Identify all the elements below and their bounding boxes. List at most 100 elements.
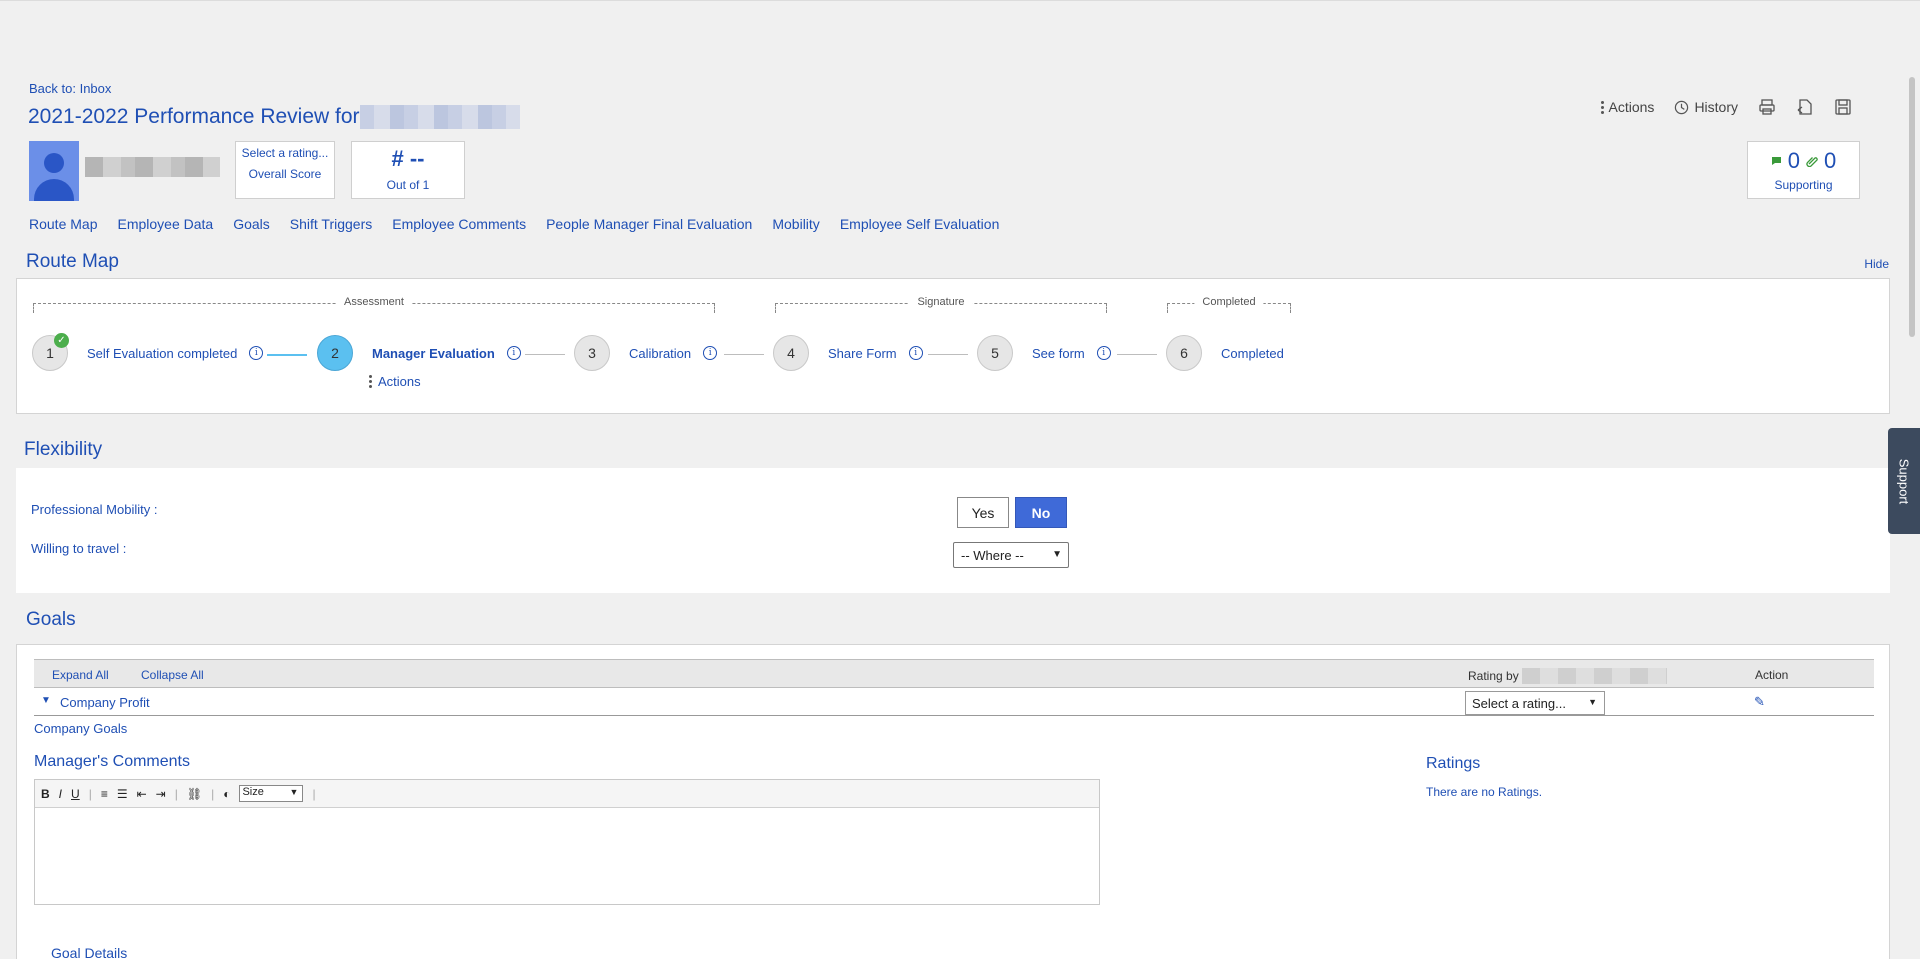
link-icon[interactable]: ⛓ — [187, 787, 202, 801]
route-map-title: Route Map — [26, 251, 119, 272]
info-icon[interactable]: i — [249, 346, 264, 360]
avatar-head — [44, 153, 64, 173]
nav-mobility[interactable]: Mobility — [772, 216, 819, 232]
bullet-list-icon[interactable]: ☰ — [117, 787, 128, 801]
nav-shift-triggers[interactable]: Shift Triggers — [290, 216, 372, 232]
info-icon[interactable]: i — [1096, 346, 1111, 360]
step-4-circle: 4 — [773, 335, 809, 371]
step-6-number: 6 — [1180, 345, 1188, 361]
page-title: 2021-2022 Performance Review for — [28, 105, 520, 129]
willing-to-travel-label: Willing to travel : — [31, 541, 127, 556]
actions-menu[interactable]: Actions — [1600, 99, 1654, 115]
section-nav: Route Map Employee Data Goals Shift Trig… — [29, 216, 1019, 232]
info-icon[interactable]: i — [908, 346, 923, 360]
bold-icon[interactable]: B — [41, 787, 50, 801]
goal-details-title[interactable]: Goal Details — [51, 945, 127, 959]
support-tab[interactable]: Support — [1888, 428, 1920, 534]
redacted-rater-name — [1521, 668, 1667, 684]
collapse-all-link[interactable]: Collapse All — [141, 668, 204, 682]
step-1-circle: 1 ✓ — [32, 333, 69, 371]
nav-route-map[interactable]: Route Map — [29, 216, 97, 232]
nav-employee-data[interactable]: Employee Data — [117, 216, 213, 232]
no-button[interactable]: No — [1015, 497, 1067, 528]
numbered-list-icon[interactable]: ≡ — [101, 787, 108, 801]
step-actions-menu[interactable]: Actions — [369, 374, 421, 389]
mobility-yes-no-toggle: Yes No — [957, 497, 1067, 528]
info-icon[interactable]: i — [506, 346, 521, 360]
group-signature-label: Signature — [909, 296, 973, 308]
save-icon[interactable] — [1834, 98, 1852, 116]
nav-goals[interactable]: Goals — [233, 216, 270, 232]
nav-people-manager-final-evaluation[interactable]: People Manager Final Evaluation — [546, 216, 752, 232]
group-assessment: Assessment — [33, 296, 715, 313]
travel-where-value: -- Where -- — [961, 547, 1024, 563]
export-pdf-icon[interactable] — [1796, 98, 1814, 116]
underline-icon[interactable]: U — [71, 787, 80, 801]
hide-route-map-link[interactable]: Hide — [1864, 257, 1889, 271]
kebab-icon — [1600, 100, 1604, 114]
font-size-select[interactable]: Size ▼ — [239, 785, 304, 802]
nav-employee-comments[interactable]: Employee Comments — [392, 216, 526, 232]
yes-button[interactable]: Yes — [957, 497, 1009, 528]
expand-all-link[interactable]: Expand All — [52, 668, 109, 682]
step-6[interactable]: 6 Completed — [1166, 335, 1284, 371]
step-3-number: 3 — [588, 345, 596, 361]
goal-rating-select[interactable]: Select a rating... ▼ — [1465, 691, 1605, 715]
step-1[interactable]: 1 ✓ Self Evaluation completed i — [32, 333, 264, 371]
rating-by-label: Rating by — [1468, 669, 1519, 683]
company-goals-label: Company Goals — [34, 721, 128, 736]
step-4[interactable]: 4 Share Form i — [773, 335, 923, 371]
step-2-circle: 2 — [317, 335, 353, 371]
print-icon[interactable] — [1758, 98, 1776, 116]
font-size-label: Size — [242, 786, 264, 798]
scrollbar-thumb[interactable] — [1909, 77, 1915, 337]
step-3-circle: 3 — [574, 335, 610, 371]
comments-editor[interactable]: B I U | ≡ ☰ ⇤ ⇥ | ⛓ | ◐ Size ▼ | — [34, 779, 1100, 905]
flexibility-title: Flexibility — [24, 439, 103, 460]
step-5[interactable]: 5 See form i — [977, 335, 1111, 371]
overall-score-select[interactable]: Select a rating... — [236, 147, 334, 160]
step-5-label: See form — [1032, 345, 1085, 361]
flexibility-panel: Professional Mobility : Yes No Willing t… — [16, 468, 1890, 593]
indent-icon[interactable]: ⇥ — [156, 787, 166, 801]
top-actions-bar: Actions History — [1600, 98, 1852, 116]
step-connector — [1117, 354, 1157, 355]
chevron-down-icon: ▼ — [1588, 697, 1597, 707]
info-icon[interactable]: i — [703, 346, 718, 360]
toolbar-divider: | — [174, 786, 178, 801]
back-to-inbox-link[interactable]: Back to: Inbox — [29, 81, 111, 96]
history-button[interactable]: History — [1674, 99, 1738, 115]
goal-name[interactable]: Company Profit — [60, 695, 150, 710]
rating-by-header: Rating by — [1468, 668, 1667, 684]
step-connector — [724, 354, 764, 355]
step-1-label: Self Evaluation completed — [87, 345, 238, 361]
attachments-count: 0 — [1824, 148, 1837, 173]
nav-employee-self-evaluation[interactable]: Employee Self Evaluation — [840, 216, 1000, 232]
editor-toolbar: B I U | ≡ ☰ ⇤ ⇥ | ⛓ | ◐ Size ▼ | — [35, 780, 1099, 808]
outdent-icon[interactable]: ⇤ — [137, 787, 147, 801]
step-2[interactable]: 2 Manager Evaluation i — [317, 335, 521, 371]
chevron-down-icon: ▼ — [1052, 549, 1062, 560]
step-3-label: Calibration — [629, 345, 692, 361]
table-row: ▼ Company Profit Select a rating... ▼ ✎ — [34, 688, 1874, 716]
score-out-of: Out of 1 — [386, 178, 430, 192]
toolbar-divider: | — [211, 786, 215, 801]
travel-where-select[interactable]: -- Where -- ▼ — [953, 542, 1069, 568]
chevron-down-icon[interactable]: ▼ — [41, 695, 51, 706]
step-3[interactable]: 3 Calibration i — [574, 335, 718, 371]
step-2-number: 2 — [331, 345, 339, 361]
group-assessment-label: Assessment — [336, 296, 412, 308]
comments-count: 0 — [1787, 148, 1800, 173]
goal-rating-value: Select a rating... — [1472, 696, 1566, 711]
supporting-counts: 0 0 — [1748, 148, 1859, 174]
overall-score-box[interactable]: Select a rating... Overall Score — [235, 141, 335, 199]
step-1-number: 1 — [46, 345, 54, 361]
supporting-box[interactable]: 0 0 Supporting — [1747, 141, 1860, 199]
palette-icon[interactable]: ◐ — [223, 787, 230, 801]
italic-icon[interactable]: I — [59, 787, 62, 801]
ratings-empty-text: There are no Ratings. — [1426, 785, 1543, 799]
step-6-label: Completed — [1221, 345, 1284, 361]
pencil-icon[interactable]: ✎ — [1754, 694, 1765, 710]
group-completed-label: Completed — [1194, 296, 1264, 308]
score-value: # -- — [391, 146, 425, 171]
